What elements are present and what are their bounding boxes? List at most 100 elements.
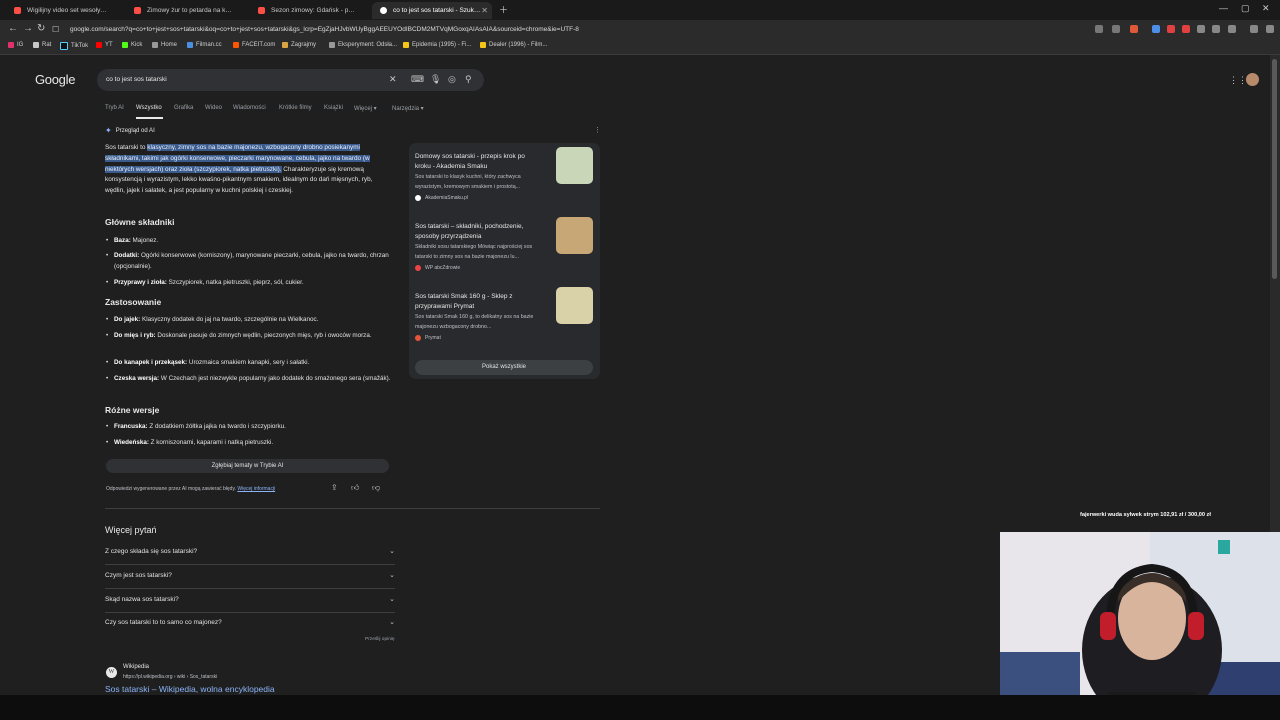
bookmark-zagrajmy[interactable]: Zagrajmy bbox=[282, 42, 316, 48]
forward-icon[interactable]: → bbox=[23, 23, 33, 34]
sidebar-icon[interactable] bbox=[1250, 25, 1258, 33]
result-site-name: Wikipedia bbox=[123, 664, 150, 670]
tab-more[interactable]: Więcej ▾ bbox=[354, 105, 377, 112]
clear-icon[interactable]: ✕ bbox=[389, 74, 397, 85]
question-item[interactable]: Czym jest sos tatarski? ⌄ bbox=[105, 566, 395, 589]
show-all-button[interactable]: Pokaż wszystkie bbox=[415, 360, 593, 375]
item-text: W Czechach jest niezwykle popularny jako… bbox=[159, 375, 391, 382]
tab-2[interactable]: Zimowy żur to petarda na każdy dzień bbox=[126, 2, 244, 19]
bookmark-dealer[interactable]: Dealer (1996) - Film... bbox=[480, 42, 547, 48]
more-info-link[interactable]: Więcej informacji bbox=[237, 486, 275, 492]
source-thumbnail[interactable] bbox=[556, 147, 593, 184]
bookmark-rat[interactable]: Rat bbox=[33, 42, 51, 48]
tab-ai-mode[interactable]: Tryb AI bbox=[105, 105, 124, 111]
source-title[interactable]: Sos tatarski – składniki, pochodzenie, s… bbox=[415, 222, 540, 242]
feedback-link[interactable]: Prześlij opinię bbox=[365, 637, 395, 642]
source-description: Składniki sosu tatarskiego Mówiąc najpro… bbox=[415, 244, 533, 260]
tab-4-active[interactable]: co to jest sos tatarski - Szukaj w G✕ bbox=[372, 2, 492, 19]
search-icon[interactable]: ⚲ bbox=[465, 74, 472, 85]
extensions-puzzle-icon[interactable] bbox=[1197, 25, 1205, 33]
tab-news[interactable]: Wiadomości bbox=[233, 105, 266, 111]
share-icon[interactable]: ⇪ bbox=[331, 483, 338, 492]
bookmark-ig[interactable]: IG bbox=[8, 42, 23, 48]
keyboard-icon[interactable]: ⌨ bbox=[411, 74, 424, 85]
active-tab-indicator bbox=[136, 117, 163, 119]
bookmark-epidemia[interactable]: Epidemia (1995) - Fi... bbox=[403, 42, 471, 48]
maximize-button[interactable]: ▢ bbox=[1241, 3, 1250, 14]
tab-3[interactable]: Sezon zimowy: Gdańsk - ponoć najle bbox=[250, 2, 368, 19]
item-label: Do jajek: bbox=[114, 316, 141, 323]
bookmark-home[interactable]: Home bbox=[152, 42, 177, 48]
bookmark-faceit[interactable]: FACEIT.com bbox=[233, 42, 275, 48]
tab-1[interactable]: Wigilijny video set wesołych świąt ko bbox=[6, 2, 121, 19]
avatar[interactable] bbox=[1246, 73, 1259, 86]
close-window-button[interactable]: ✕ bbox=[1262, 3, 1270, 14]
google-logo[interactable]: Google bbox=[35, 72, 75, 87]
tab-books[interactable]: Książki bbox=[324, 105, 343, 111]
bookmark-eksperyment[interactable]: Eksperyment: Odsła... bbox=[329, 42, 397, 48]
address-bar[interactable]: google.com/search?q=co+to+jest+sos+tatar… bbox=[70, 23, 1080, 37]
ai-sources-panel: Domowy sos tatarski - przepis krok po kr… bbox=[409, 143, 600, 379]
list-item: Do jajek: Klasyczny dodatek do jaj na tw… bbox=[106, 315, 394, 326]
scrollbar-thumb[interactable] bbox=[1272, 59, 1277, 279]
minimize-button[interactable]: — bbox=[1219, 3, 1228, 13]
chevron-down-icon[interactable]: ⌄ bbox=[389, 571, 395, 579]
extension-icon[interactable] bbox=[1167, 25, 1175, 33]
brave-icon[interactable] bbox=[1130, 25, 1138, 33]
question-item[interactable]: Z czego składa się sos tatarski? ⌄ bbox=[105, 542, 395, 565]
site-name: WP abcZdrowie bbox=[425, 265, 461, 271]
microphone-icon[interactable]: 🎙 bbox=[430, 74, 441, 85]
bookmark-filman[interactable]: Filman.cc bbox=[187, 42, 222, 48]
thumbs-down-icon[interactable]: 👎︎ bbox=[372, 483, 380, 493]
lens-icon[interactable]: ◎ bbox=[448, 74, 456, 85]
menu-icon[interactable] bbox=[1266, 25, 1274, 33]
question-item[interactable]: Skąd nazwa sos tatarski? ⌄ bbox=[105, 590, 395, 613]
apps-grid-icon[interactable]: ⋮⋮ bbox=[1229, 75, 1247, 86]
search-input[interactable]: co to jest sos tatarski bbox=[106, 76, 167, 83]
extension-icon[interactable] bbox=[1182, 25, 1190, 33]
tab-all[interactable]: Wszystko bbox=[136, 105, 162, 111]
item-text: Ogórki konserwowe (korniszony), marynowa… bbox=[114, 252, 389, 270]
reload-icon[interactable]: ↻ bbox=[37, 23, 45, 34]
item-label: Baza: bbox=[114, 237, 131, 244]
share-icon[interactable] bbox=[1112, 25, 1120, 33]
source-card[interactable]: Sos tatarski Smak 160 g - Sklep z przypr… bbox=[415, 287, 595, 341]
source-card[interactable]: Sos tatarski – składniki, pochodzenie, s… bbox=[415, 217, 595, 271]
source-title[interactable]: Domowy sos tatarski - przepis krok po kr… bbox=[415, 152, 540, 172]
ai-mode-button[interactable]: Zgłębiaj tematy w Trybie AI bbox=[106, 459, 389, 473]
search-box[interactable]: co to jest sos tatarski ✕ ⌨ 🎙 ◎ ⚲ bbox=[97, 69, 484, 91]
question-item[interactable]: Czy sos tatarski to to samo co majonez? ⌄ bbox=[105, 613, 395, 635]
bookmark-yt[interactable]: YT bbox=[96, 42, 113, 48]
thumbs-up-icon[interactable]: 👍︎ bbox=[351, 483, 359, 493]
more-options-icon[interactable]: ⋮ bbox=[594, 126, 601, 134]
extension-icon[interactable] bbox=[1152, 25, 1160, 33]
bookmark-kick[interactable]: Kick bbox=[122, 42, 142, 48]
tab-images[interactable]: Grafika bbox=[174, 105, 193, 111]
source-thumbnail[interactable] bbox=[556, 287, 593, 324]
source-title[interactable]: Sos tatarski Smak 160 g - Sklep z przypr… bbox=[415, 292, 540, 312]
source-thumbnail[interactable] bbox=[556, 217, 593, 254]
filman-icon bbox=[187, 42, 193, 48]
item-text: Klasyczny dodatek do jaj na twardo, szcz… bbox=[140, 316, 319, 323]
link-icon[interactable] bbox=[1228, 25, 1236, 33]
source-card[interactable]: Domowy sos tatarski - przepis krok po kr… bbox=[415, 147, 595, 201]
zoom-icon[interactable] bbox=[1095, 25, 1103, 33]
close-tab-icon[interactable]: ✕ bbox=[481, 6, 488, 15]
site-favicon-icon bbox=[415, 265, 421, 271]
downloads-icon[interactable] bbox=[1212, 25, 1220, 33]
tab-video[interactable]: Wideo bbox=[205, 105, 222, 111]
result-title-link[interactable]: Sos tatarski – Wikipedia, wolna encyklop… bbox=[105, 684, 275, 694]
bookmark-icon[interactable]: ☐ bbox=[52, 25, 59, 34]
item-label: Dodatki: bbox=[114, 252, 140, 259]
chevron-down-icon[interactable]: ⌄ bbox=[389, 618, 395, 626]
chevron-down-icon[interactable]: ⌄ bbox=[389, 595, 395, 603]
new-tab-button[interactable]: ＋ bbox=[499, 3, 508, 16]
taskbar-strip bbox=[0, 695, 1280, 720]
tab-short-videos[interactable]: Krótkie filmy bbox=[279, 105, 312, 111]
item-text: Z dodatkiem żółtka jajka na twardo i szc… bbox=[147, 423, 286, 430]
chevron-down-icon[interactable]: ⌄ bbox=[389, 547, 395, 555]
tab-tools[interactable]: Narzędzia ▾ bbox=[392, 105, 424, 112]
bookmark-tiktok[interactable]: TikTok bbox=[60, 42, 88, 50]
back-icon[interactable]: ← bbox=[8, 23, 18, 34]
wikipedia-icon: W bbox=[106, 667, 117, 678]
